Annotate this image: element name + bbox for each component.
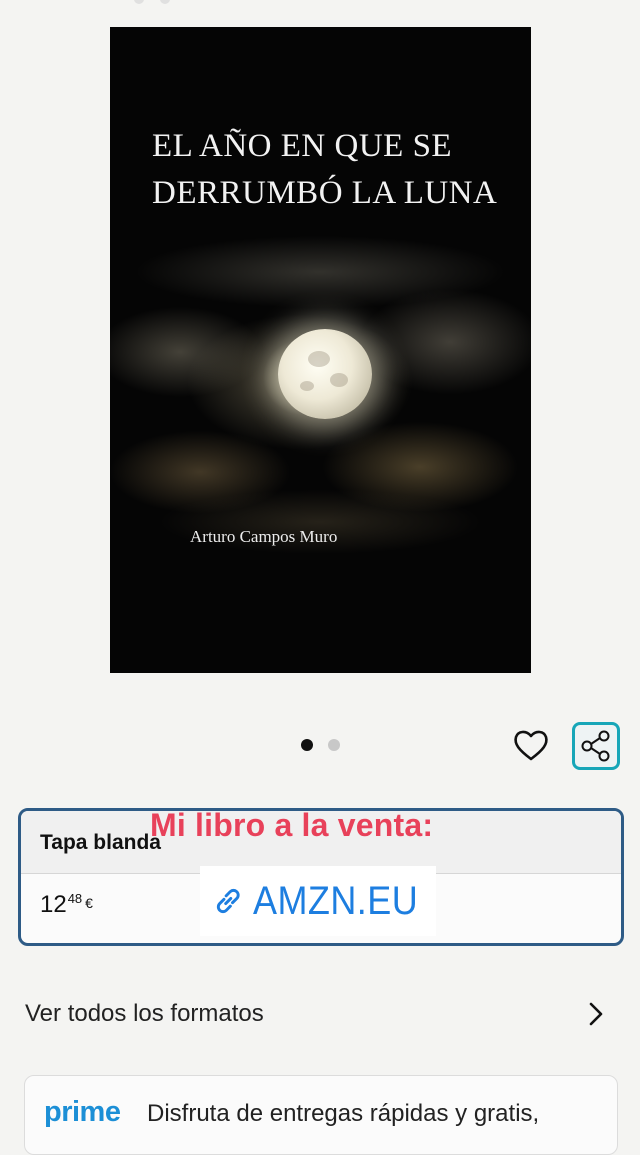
format-price: 1248 € — [40, 891, 93, 919]
heart-icon[interactable] — [511, 726, 551, 766]
carousel-dot-2[interactable] — [328, 739, 340, 751]
price-currency: € — [85, 895, 93, 911]
format-name: Tapa blanda — [40, 831, 161, 854]
cover-title-line-1: EL AÑO EN QUE SE — [152, 128, 453, 164]
see-all-formats-row[interactable]: Ver todos los formatos — [0, 985, 640, 1043]
price-whole: 12 — [40, 891, 67, 918]
promo-link-text: AMZN.EU — [252, 878, 418, 923]
carousel-dot-1[interactable] — [301, 739, 313, 751]
prime-message: Disfruta de entregas rápidas y gratis, — [147, 1100, 540, 1127]
share-button[interactable] — [572, 722, 620, 770]
cover-title: EL AÑO EN QUE SE DERRUMBÓ LA LUNA — [152, 123, 522, 217]
cover-title-line-2: DERRUMBÓ LA LUNA — [152, 175, 498, 211]
promo-link[interactable]: AMZN.EU — [200, 866, 436, 936]
top-status-remnant — [0, 0, 640, 12]
prime-logo: prime — [44, 1096, 121, 1128]
link-icon — [216, 888, 240, 914]
chevron-right-icon — [589, 1002, 603, 1026]
see-all-formats-label: Ver todos los formatos — [25, 1000, 264, 1027]
book-cover-image[interactable]: EL AÑO EN QUE SE DERRUMBÓ LA LUNA Arturo… — [110, 27, 531, 673]
prime-banner[interactable]: prime Disfruta de entregas rápidas y gra… — [24, 1075, 618, 1155]
full-moon — [278, 329, 372, 419]
price-fraction: 48 — [67, 891, 83, 906]
share-icon — [581, 730, 610, 762]
promo-headline: Mi libro a la venta: — [150, 807, 434, 843]
cover-author: Arturo Campos Muro — [190, 527, 338, 546]
